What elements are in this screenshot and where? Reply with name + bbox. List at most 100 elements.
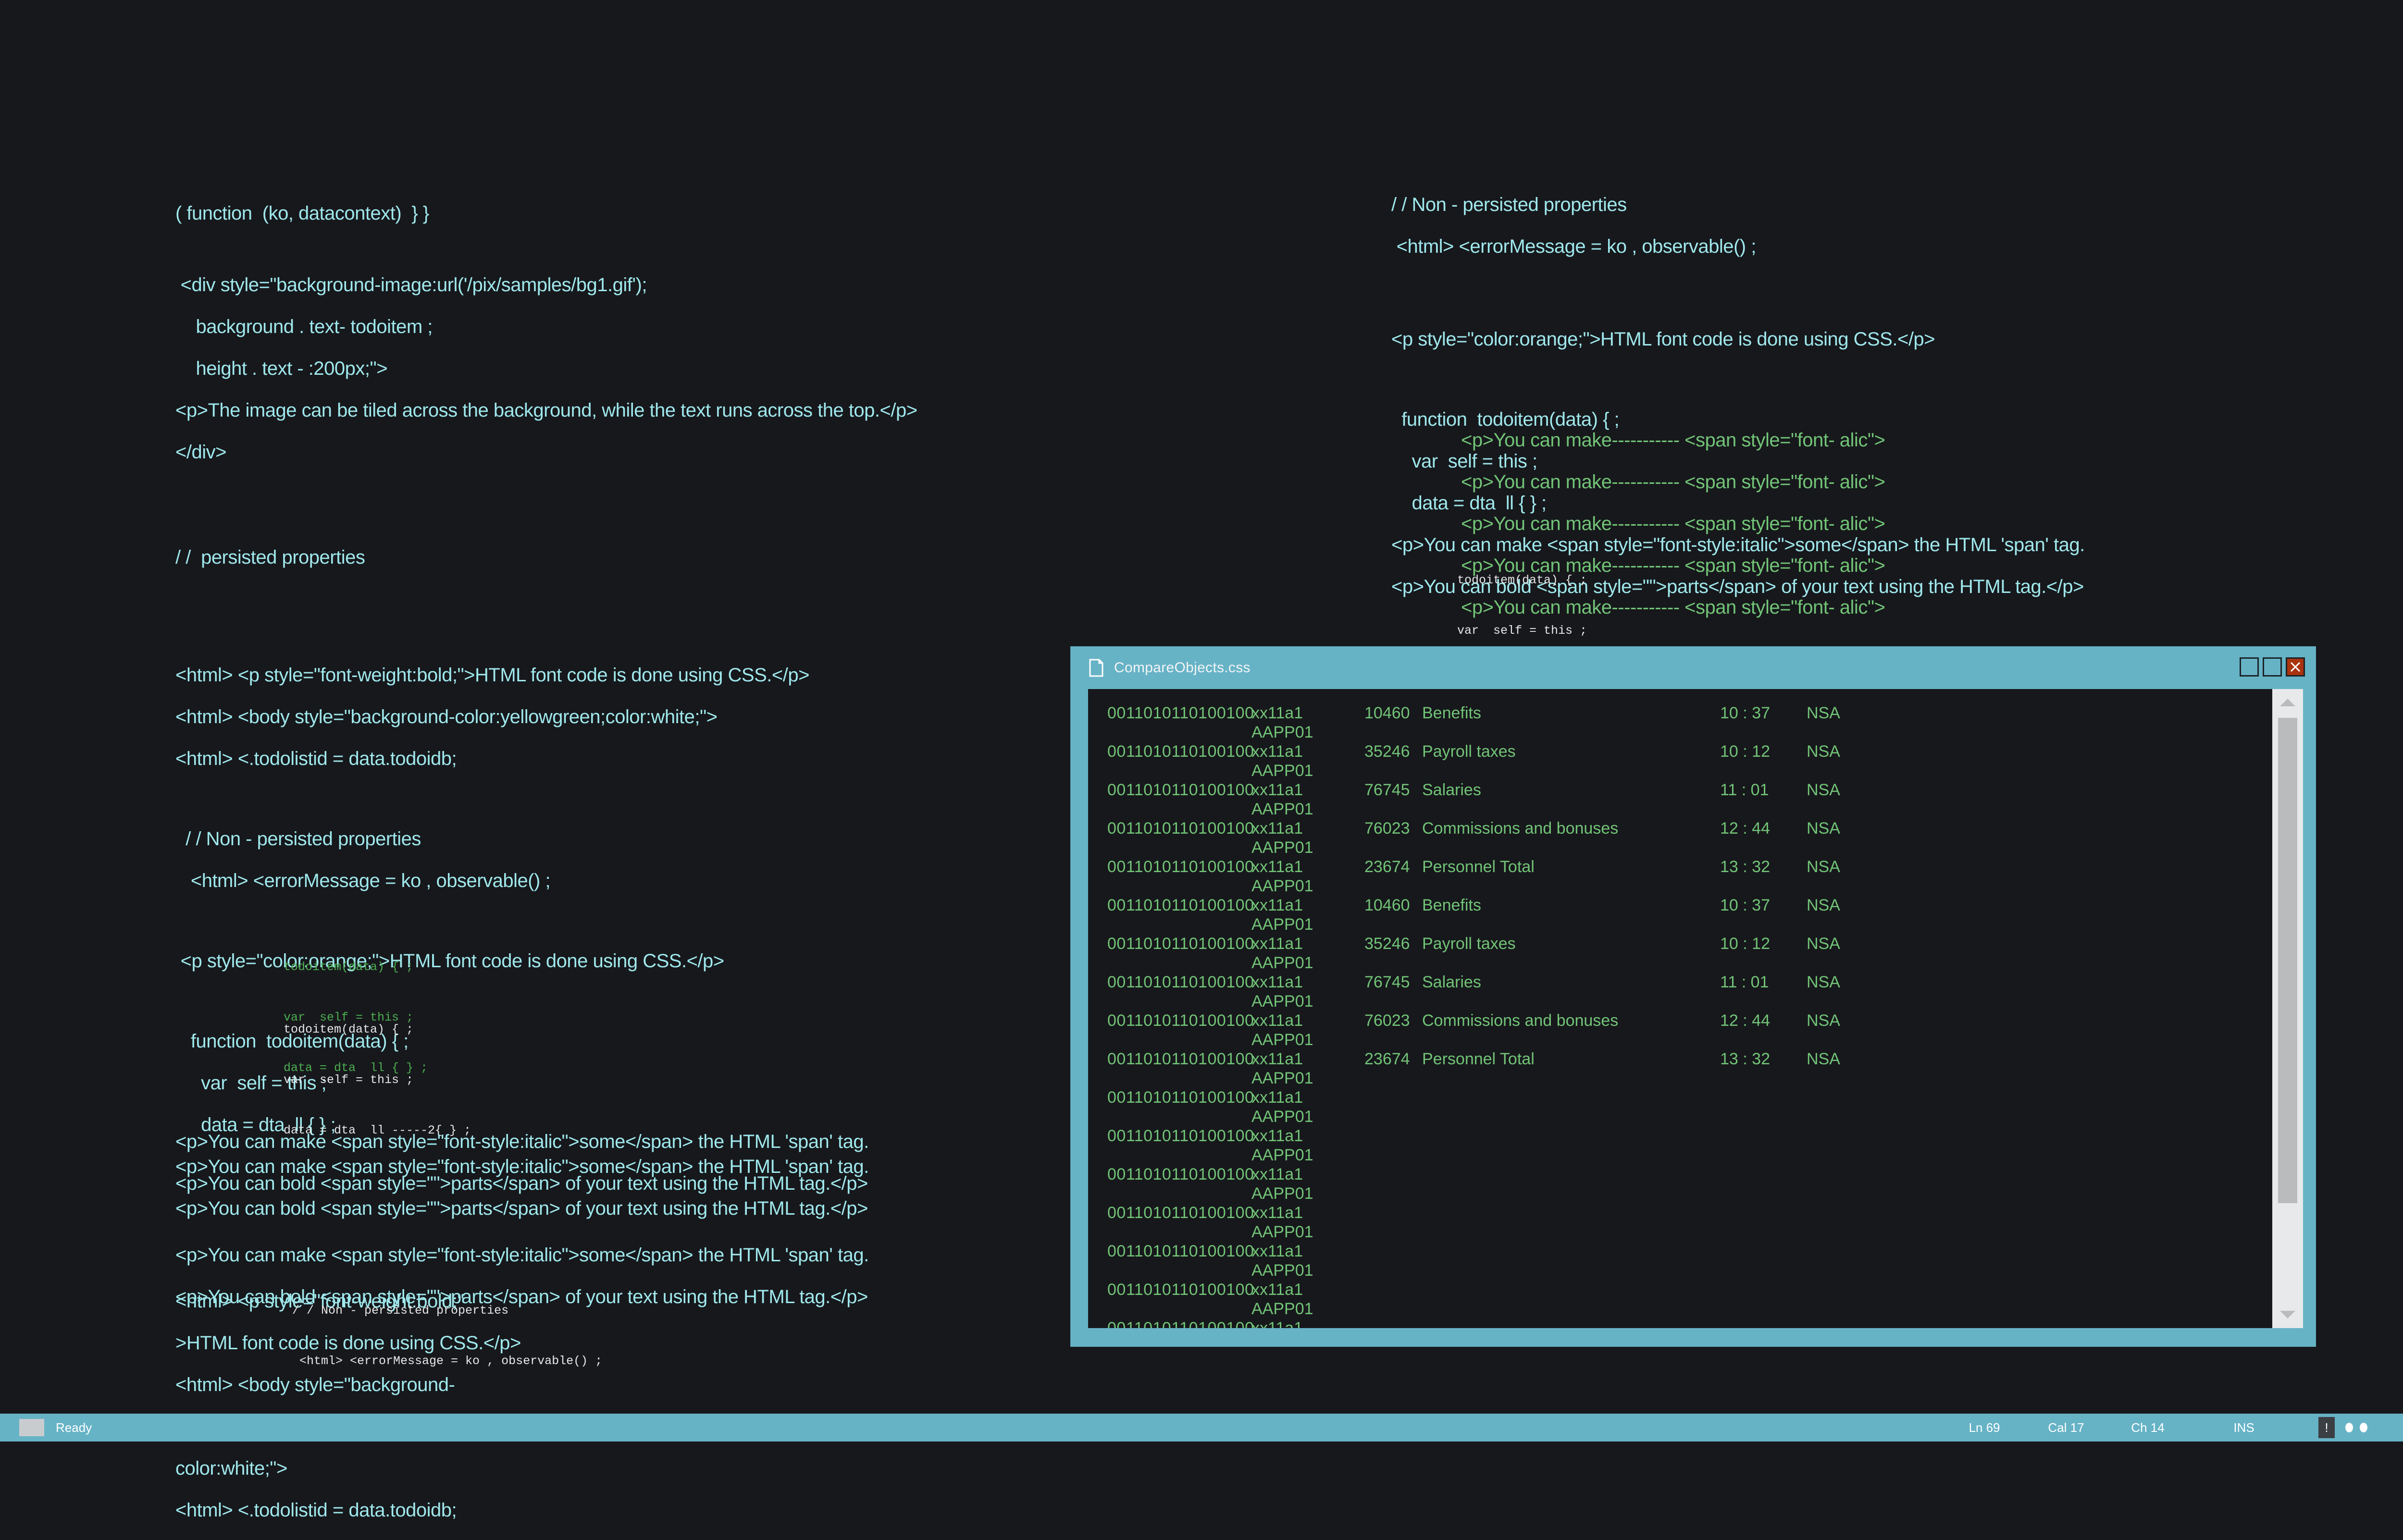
row-time: 11 : 01	[1720, 973, 1769, 991]
status-warning-icon[interactable]: !	[2318, 1417, 2335, 1438]
row-binary: 0011010110100100	[1107, 896, 1254, 914]
row-token: xx11a1 AAPP01	[1251, 1165, 1313, 1203]
code-line: <html> <p style="font-weight:bold;">HTML…	[175, 665, 809, 686]
row-token: xx11a1 AAPP01	[1251, 1204, 1313, 1241]
row-tag: NSA	[1807, 781, 1840, 799]
row-label: Benefits	[1422, 704, 1481, 722]
row-token: xx11a1 AAPP01	[1251, 858, 1313, 895]
table-row[interactable]: 0011010110100100 xx11a1 AAPP01 23674 Person…	[1107, 857, 2285, 896]
table-row[interactable]: 0011010110100100 xx11a1 AAPP01 76023 Commis…	[1107, 1011, 2285, 1049]
status-indicator-dot	[2360, 1423, 2367, 1432]
table-row[interactable]: 0011010110100100xx11a1 AAPP01	[1107, 1203, 2285, 1242]
row-time: 10 : 37	[1720, 896, 1770, 914]
table-row[interactable]: 0011010110100100xx11a1 AAPP01	[1107, 1126, 2285, 1165]
row-token: xx11a1 AAPP01	[1251, 1127, 1313, 1164]
row-label: Benefits	[1422, 896, 1481, 914]
code-gap	[175, 491, 1089, 528]
table-row[interactable]: 0011010110100100xx11a1 AAPP01	[1107, 1280, 2285, 1318]
row-time: 10 : 12	[1720, 935, 1770, 953]
status-chip	[19, 1419, 44, 1436]
row-label: Payroll taxes	[1422, 935, 1516, 953]
code-line: <html> <.todolistid = data.todoidb;	[175, 748, 457, 769]
table-row[interactable]: 0011010110100100 xx11a1 AAPP01 76745 Salari…	[1107, 973, 2285, 1011]
table-row[interactable]: 0011010110100100 xx11a1 AAPP01 35246 Payrol…	[1107, 934, 2285, 973]
vertical-scrollbar[interactable]	[2272, 689, 2303, 1328]
table-row[interactable]: 0011010110100100 xx11a1 AAPP01 10460 Benefi…	[1107, 703, 2285, 742]
code-line: </div>	[175, 442, 226, 463]
mono-line: todoitem(data) { ;	[1457, 573, 1587, 587]
row-tag: NSA	[1807, 1011, 1840, 1030]
row-time: 11 : 01	[1720, 781, 1769, 799]
row-binary: 0011010110100100	[1107, 704, 1254, 722]
row-code: 35246	[1364, 935, 1410, 953]
row-binary: 0011010110100100	[1107, 935, 1254, 953]
row-code: 76023	[1364, 1011, 1410, 1030]
row-token: xx11a1 AAPP01	[1251, 704, 1313, 741]
code-line: <p>You can make <span style="font-style:…	[175, 1131, 869, 1152]
code-comment-line: / / Non - persisted properties	[175, 828, 421, 850]
row-token: xx11a1 AAPP01	[1251, 1281, 1313, 1318]
mono-code-block-bottom[interactable]: / / Non - persisted properties <html> <e…	[292, 1269, 602, 1403]
status-line-number: Ln 69	[1969, 1420, 2000, 1435]
mono-line: var self = this ;	[284, 1073, 414, 1087]
row-token: xx11a1 AAPP01	[1251, 1050, 1313, 1087]
row-binary: 0011010110100100	[1107, 1011, 1254, 1030]
status-bar[interactable]: Ready Ln 69 Cal 17 Ch 14 INS !	[0, 1414, 2403, 1441]
row-binary: 0011010110100100	[1107, 742, 1254, 761]
table-row[interactable]: 0011010110100100xx11a1 AAPP01	[1107, 1165, 2285, 1203]
scroll-down-arrow-icon[interactable]	[2272, 1301, 2303, 1328]
minimize-button[interactable]	[2240, 657, 2259, 677]
row-binary: 0011010110100100	[1107, 858, 1254, 876]
compare-objects-window[interactable]: CompareObjects.css 0011010110100100 xx11a…	[1071, 647, 2316, 1346]
row-time: 10 : 12	[1720, 742, 1770, 761]
row-tag: NSA	[1807, 1050, 1840, 1068]
row-token: xx11a1 AAPP01	[1251, 896, 1313, 934]
table-row[interactable]: 0011010110100100 xx11a1 AAPP01 35246 Payrol…	[1107, 742, 2285, 780]
compare-rows[interactable]: 0011010110100100 xx11a1 AAPP01 10460 Benefi…	[1107, 703, 2285, 1328]
row-tag: NSA	[1807, 819, 1840, 838]
status-insert-mode: INS	[2233, 1420, 2254, 1435]
code-line: ( function (ko, datacontext) } }	[175, 203, 429, 224]
mono-line: <html> <errorMessage = ko , observable()…	[292, 1354, 603, 1368]
table-row[interactable]: 0011010110100100xx11a1 AAPP01	[1107, 1088, 2285, 1126]
row-label: Personnel Total	[1422, 1050, 1535, 1068]
row-token: xx11a1 AAPP01	[1251, 1011, 1313, 1049]
row-token: xx11a1 AAPP01	[1251, 1242, 1313, 1280]
row-label: Salaries	[1422, 973, 1481, 991]
maximize-button[interactable]	[2263, 657, 2282, 677]
row-token: xx11a1 AAPP01	[1251, 742, 1313, 780]
row-label: Commissions and bonuses	[1422, 1011, 1619, 1030]
window-titlebar[interactable]: CompareObjects.css	[1071, 647, 2316, 689]
row-code: 10460	[1364, 896, 1410, 914]
code-comment-line: / / persisted properties	[175, 547, 365, 568]
table-row[interactable]: 0011010110100100 xx11a1 AAPP01 23674 Person…	[1107, 1049, 2285, 1088]
row-code: 76745	[1364, 781, 1410, 799]
table-row[interactable]: 0011010110100100 xx11a1 AAPP01 10460 Benefi…	[1107, 896, 2285, 934]
window-controls[interactable]	[2240, 657, 2305, 677]
status-ready-label: Ready	[56, 1420, 92, 1435]
mono-line: / / Non - persisted properties	[292, 1304, 509, 1318]
code-line: <html> <errorMessage = ko , observable()…	[175, 870, 551, 891]
compare-list[interactable]: 0011010110100100 xx11a1 AAPP01 10460 Benefi…	[1088, 689, 2285, 1328]
table-row[interactable]: 0011010110100100xx11a1 AAPP01	[1107, 1318, 2285, 1328]
document-icon	[1089, 659, 1103, 677]
table-row[interactable]: 0011010110100100xx11a1 AAPP01	[1107, 1242, 2285, 1280]
row-label: Commissions and bonuses	[1422, 819, 1619, 838]
code-gap	[175, 243, 1089, 256]
code-gap	[1391, 285, 2353, 310]
table-row[interactable]: 0011010110100100 xx11a1 AAPP01 76023 Commis…	[1107, 819, 2285, 857]
row-time: 10 : 37	[1720, 704, 1770, 722]
scroll-up-arrow-icon[interactable]	[2272, 689, 2303, 716]
close-button[interactable]	[2286, 657, 2305, 677]
row-binary: 0011010110100100	[1107, 973, 1254, 991]
row-time: 13 : 32	[1720, 858, 1770, 876]
row-code: 35246	[1364, 742, 1410, 761]
window-body[interactable]: 0011010110100100 xx11a1 AAPP01 10460 Benefi…	[1088, 689, 2285, 1328]
table-row[interactable]: 0011010110100100 xx11a1 AAPP01 76745 Salari…	[1107, 780, 2285, 819]
code-line: <p>The image can be tiled across the bac…	[175, 400, 917, 421]
code-line: <p>You can make <span style="font-style:…	[175, 1244, 869, 1266]
code-line: color:white;">	[175, 1458, 287, 1479]
status-right-group[interactable]: Ln 69 Cal 17 Ch 14 INS !	[1944, 1417, 2403, 1438]
scroll-thumb[interactable]	[2278, 718, 2297, 1203]
row-tag: NSA	[1807, 973, 1840, 991]
